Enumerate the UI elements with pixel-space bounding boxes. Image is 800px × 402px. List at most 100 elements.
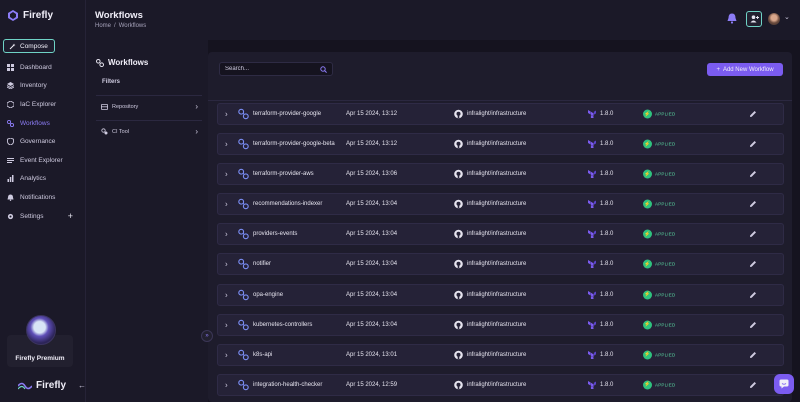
expand-chevron-icon[interactable]: ›: [225, 260, 228, 269]
expand-chevron-icon[interactable]: ›: [225, 350, 228, 359]
workflow-version: 1.8.0: [600, 171, 614, 178]
workflow-row[interactable]: › notifier Apr 15 2024, 13:04 infralight…: [217, 253, 784, 276]
workflow-name[interactable]: recommendations-indexer: [253, 201, 322, 207]
workflow-name[interactable]: providers-events: [253, 231, 297, 237]
terraform-icon: [588, 140, 596, 149]
workflow-row[interactable]: › providers-events Apr 15 2024, 13:04 in…: [217, 223, 784, 246]
pencil-icon[interactable]: [749, 230, 757, 238]
workflow-date: Apr 15 2024, 13:12: [346, 141, 398, 148]
search-box[interactable]: [219, 62, 333, 76]
workflow-name[interactable]: integration-health-checker: [253, 382, 322, 388]
sidebar-item-notifications[interactable]: Notifications: [0, 188, 86, 207]
pencil-icon[interactable]: [749, 140, 757, 148]
workflow-repo[interactable]: infralight/infrastructure: [467, 382, 526, 388]
pencil-icon[interactable]: [749, 260, 757, 268]
add-workflow-button[interactable]: + Add New Workflow: [707, 63, 783, 76]
expand-chevron-icon[interactable]: ›: [225, 170, 228, 179]
add-user-button[interactable]: [746, 11, 762, 27]
collapse-sidebar-icon[interactable]: ←: [78, 381, 86, 390]
workflow-name[interactable]: opa-engine: [253, 292, 283, 298]
workflow-row[interactable]: › integration-health-checker Apr 15 2024…: [217, 373, 784, 396]
applied-check-icon: ⚡: [643, 139, 652, 149]
status-badge: ⚡ APPLIED: [643, 380, 675, 390]
sidebar-item-governance[interactable]: Governance: [0, 132, 86, 151]
chat-support-button[interactable]: [774, 374, 794, 394]
workflow-name[interactable]: terraform-provider-google: [253, 111, 321, 117]
status-text: APPLIED: [655, 292, 676, 298]
expand-chevron-icon[interactable]: ›: [225, 320, 228, 329]
workflow-row[interactable]: › recommendations-indexer Apr 15 2024, 1…: [217, 193, 784, 216]
applied-check-icon: ⚡: [643, 169, 652, 179]
pencil-icon[interactable]: [749, 170, 757, 178]
filter-repository[interactable]: Repository ›: [96, 95, 202, 117]
workflow-repo[interactable]: infralight/infrastructure: [467, 261, 526, 267]
workflow-row[interactable]: › kubernetes-controllers Apr 15 2024, 13…: [217, 313, 784, 336]
workflow-repo[interactable]: infralight/infrastructure: [467, 141, 526, 147]
sidebar-item-iac-explorer[interactable]: IaC Explorer: [0, 95, 86, 114]
workflow-name[interactable]: terraform-provider-aws: [253, 171, 314, 177]
workflow-date: Apr 15 2024, 13:04: [346, 291, 398, 298]
sidebar-item-analytics[interactable]: Analytics: [0, 170, 86, 189]
pencil-icon[interactable]: [749, 200, 757, 208]
workflow-row[interactable]: › terraform-provider-google-beta Apr 15 …: [217, 133, 784, 156]
workflow-row[interactable]: › terraform-provider-google Apr 15 2024,…: [217, 103, 784, 125]
workflow-repo[interactable]: infralight/infrastructure: [467, 231, 526, 237]
workflow-repo[interactable]: infralight/infrastructure: [467, 292, 526, 298]
notifications-bell-icon[interactable]: [727, 13, 737, 24]
add-settings-icon[interactable]: +: [68, 211, 73, 221]
terraform-icon: [588, 290, 596, 299]
workflow-repo[interactable]: infralight/infrastructure: [467, 352, 526, 358]
pencil-icon[interactable]: [749, 381, 757, 389]
workflow-repo[interactable]: infralight/infrastructure: [467, 171, 526, 177]
workflow-repo[interactable]: infralight/infrastructure: [467, 322, 526, 328]
workflow-repo[interactable]: infralight/infrastructure: [467, 201, 526, 207]
expand-chevron-icon[interactable]: ›: [225, 380, 228, 389]
status-badge: ⚡ APPLIED: [643, 290, 676, 300]
breadcrumb-home[interactable]: Home: [95, 23, 111, 29]
expand-chevron-icon[interactable]: ›: [225, 110, 228, 119]
workflow-name[interactable]: notifier: [253, 261, 271, 267]
status-badge: ⚡ APPLIED: [643, 169, 675, 179]
layers-icon: [7, 82, 14, 90]
sidebar-item-workflows[interactable]: Workflows: [0, 114, 86, 133]
workflows-main: + Add New Workflow › terraform-provider-…: [208, 52, 792, 402]
expand-chevron-icon[interactable]: ›: [225, 290, 228, 299]
filters-panel: Workflows Filters Repository › CI Tool ›: [86, 40, 208, 402]
pencil-icon[interactable]: [749, 321, 757, 329]
workflow-row[interactable]: › k8s-api Apr 15 2024, 13:01 infralight/…: [217, 343, 784, 366]
pencil-icon[interactable]: [749, 291, 757, 299]
filters-subtitle: Filters: [102, 79, 121, 85]
workflow-name[interactable]: kubernetes-controllers: [253, 322, 312, 328]
sidebar: Firefly Compose Dashboard Inventory IaC …: [0, 0, 86, 402]
workflow-name[interactable]: k8s-api: [253, 352, 272, 358]
chevron-right-icon: ›: [195, 102, 198, 111]
workflow-repo[interactable]: infralight/infrastructure: [467, 111, 526, 117]
chevron-down-icon[interactable]: ⌄: [784, 13, 790, 21]
compose-button[interactable]: Compose: [3, 39, 55, 53]
applied-check-icon: ⚡: [643, 109, 652, 119]
app-logo[interactable]: Firefly: [8, 10, 53, 21]
sidebar-item-settings[interactable]: Settings +: [0, 207, 86, 226]
expand-chevron-icon[interactable]: ›: [225, 230, 228, 239]
search-input[interactable]: [225, 66, 315, 72]
sidebar-item-event-explorer[interactable]: Event Explorer: [0, 151, 86, 170]
workflow-version: 1.8.0: [600, 261, 614, 268]
workflow-name[interactable]: terraform-provider-google-beta: [253, 141, 335, 147]
divider: [208, 100, 792, 101]
expand-chevron-icon[interactable]: ›: [225, 140, 228, 149]
workflow-version: 1.8.0: [600, 351, 614, 358]
user-avatar[interactable]: [768, 13, 780, 25]
sidebar-item-inventory[interactable]: Inventory: [0, 77, 86, 96]
pencil-icon[interactable]: [749, 110, 757, 118]
pencil-icon[interactable]: [749, 351, 757, 359]
workflow-date: Apr 15 2024, 13:04: [346, 231, 398, 238]
expand-chevron-icon[interactable]: ›: [225, 200, 228, 209]
panel-toggle-button[interactable]: »: [201, 330, 213, 342]
sidebar-item-label: Notifications: [20, 193, 56, 201]
status-text: APPLIED: [655, 141, 676, 147]
workflow-row[interactable]: › terraform-provider-aws Apr 15 2024, 13…: [217, 163, 784, 186]
filter-ci-tool[interactable]: CI Tool ›: [96, 120, 202, 142]
status-badge: ⚡ APPLIED: [643, 320, 675, 330]
workflow-row[interactable]: › opa-engine Apr 15 2024, 13:04 infralig…: [217, 283, 784, 306]
sidebar-item-dashboard[interactable]: Dashboard: [0, 58, 86, 77]
